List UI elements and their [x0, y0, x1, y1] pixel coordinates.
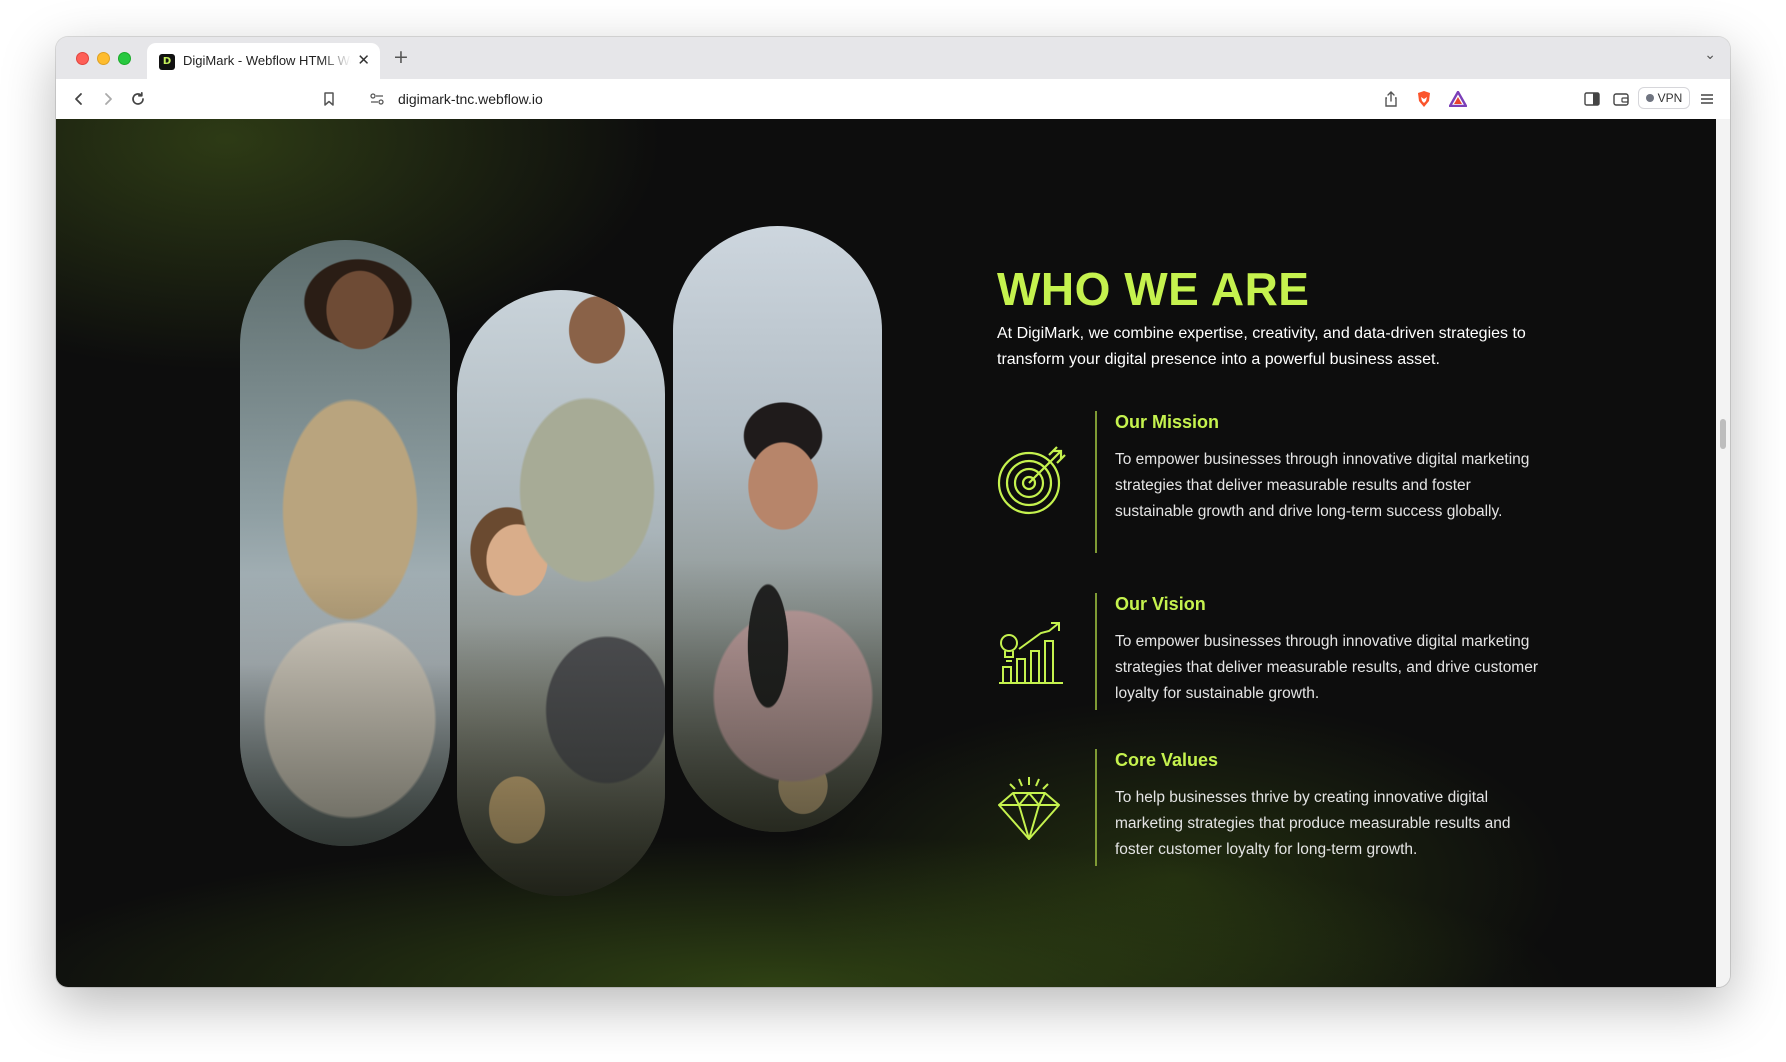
- vision-block: Our Vision To empower businesses through…: [997, 593, 1557, 710]
- mission-block: Our Mission To empower businesses throug…: [997, 411, 1557, 553]
- bookmark-icon[interactable]: [318, 88, 340, 110]
- mission-divider: [1095, 411, 1097, 553]
- vpn-button[interactable]: VPN: [1638, 87, 1690, 109]
- menu-icon[interactable]: [1696, 88, 1718, 110]
- toolbar: digimark-tnc.webflow.io VPN: [56, 79, 1730, 120]
- section-heading: WHO WE ARE: [997, 263, 1310, 315]
- vision-text: To empower businesses through innovative…: [1115, 633, 1539, 702]
- reload-icon[interactable]: [127, 88, 149, 110]
- brave-rewards-icon[interactable]: [1447, 88, 1469, 110]
- core-values-divider: [1095, 749, 1097, 866]
- favicon-icon: D: [159, 54, 175, 70]
- scrollbar-thumb[interactable]: [1720, 419, 1726, 449]
- site-settings-icon[interactable]: [366, 88, 388, 110]
- tab-title: DigiMark - Webflow HTML Website Template: [183, 53, 351, 68]
- section-intro: At DigiMark, we combine expertise, creat…: [997, 325, 1526, 368]
- vision-title: Our Vision: [1115, 594, 1206, 614]
- page-content: WHO WE ARE At DigiMark, we combine exper…: [56, 119, 1716, 987]
- core-values-title: Core Values: [1115, 750, 1219, 770]
- url-text: digimark-tnc.webflow.io: [398, 91, 543, 107]
- tab-list-chevron-icon[interactable]: ⌄: [1704, 47, 1716, 63]
- browser-tab[interactable]: D DigiMark - Webflow HTML Website Templa…: [147, 43, 380, 79]
- page-scrollbar[interactable]: [1716, 119, 1730, 987]
- team-photo-left: [240, 240, 450, 846]
- zoom-window-button[interactable]: [118, 52, 131, 65]
- close-window-button[interactable]: [76, 52, 89, 65]
- diamond-icon: [997, 773, 1067, 843]
- vision-divider: [1095, 593, 1097, 710]
- core-values-text: To help businesses thrive by creating in…: [1115, 789, 1511, 858]
- browser-window: D DigiMark - Webflow HTML Website Templa…: [56, 37, 1730, 987]
- minimize-window-button[interactable]: [97, 52, 110, 65]
- new-tab-button[interactable]: +: [393, 46, 409, 68]
- target-icon: [997, 445, 1067, 515]
- vpn-label: VPN: [1657, 91, 1683, 105]
- tab-strip: D DigiMark - Webflow HTML Website Templa…: [56, 37, 1730, 79]
- share-icon[interactable]: [1380, 88, 1402, 110]
- sidebar-toggle-icon[interactable]: [1581, 88, 1603, 110]
- wallet-icon[interactable]: [1610, 88, 1632, 110]
- back-icon[interactable]: [68, 88, 90, 110]
- brave-shields-icon[interactable]: [1413, 88, 1435, 110]
- core-values-block: Core Values To help businesses thrive by…: [997, 749, 1557, 866]
- mission-title: Our Mission: [1115, 412, 1220, 432]
- close-tab-icon[interactable]: ✕: [357, 51, 370, 69]
- team-photo-right: [673, 226, 882, 832]
- team-photo-middle: [457, 290, 665, 896]
- address-bar[interactable]: digimark-tnc.webflow.io: [352, 83, 1492, 115]
- forward-icon[interactable]: [97, 88, 119, 110]
- vpn-status-icon: [1645, 94, 1654, 102]
- mission-text: To empower businesses through innovative…: [1115, 451, 1530, 520]
- growth-chart-icon: [997, 621, 1067, 691]
